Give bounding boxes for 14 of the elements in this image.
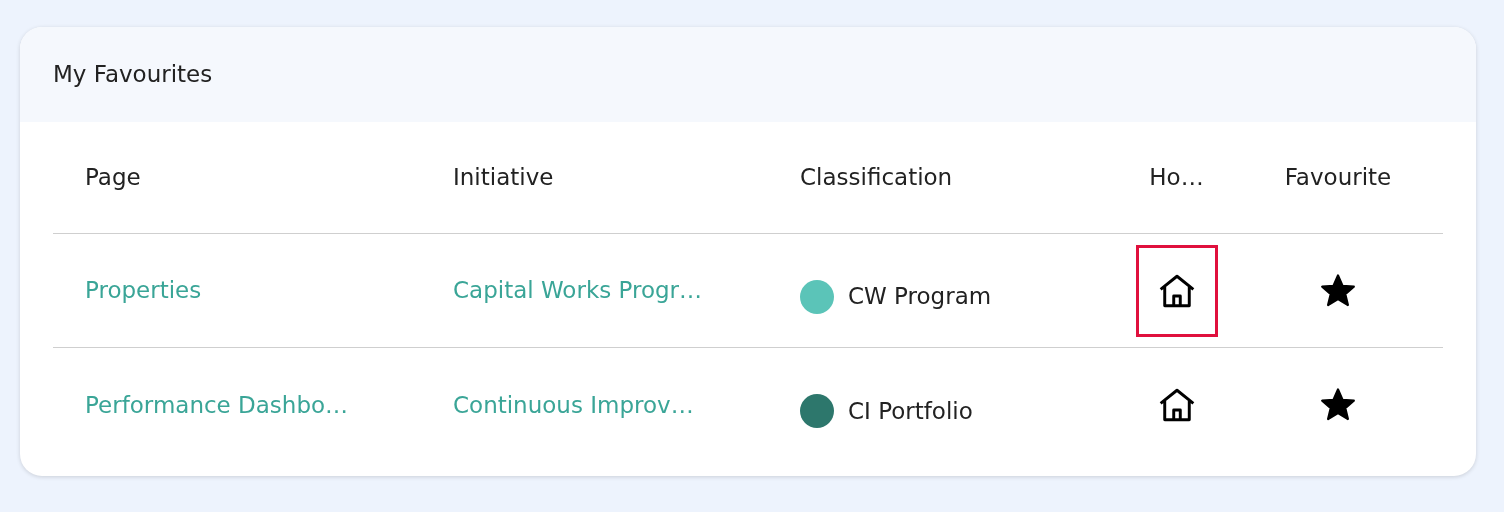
star-icon[interactable] [1320,388,1356,422]
column-header: Classification [800,164,953,191]
page-link[interactable]: Properties [85,277,202,304]
column-header: Page [85,164,141,191]
column-header: Initiative [453,164,554,191]
classification-label: CI Portfolio [848,396,973,426]
classification-label: CW Program [848,282,992,312]
initiative-link[interactable]: Continuous Improv… [453,391,694,418]
column-header: Favourite [1284,163,1392,193]
card-title: My Favourites [53,60,213,90]
initiative-link[interactable]: Capital Works Progr… [453,277,703,304]
star-icon[interactable] [1320,273,1356,308]
page-link[interactable]: Performance Dashbo… [85,391,349,418]
column-header: Ho… [1149,163,1204,193]
